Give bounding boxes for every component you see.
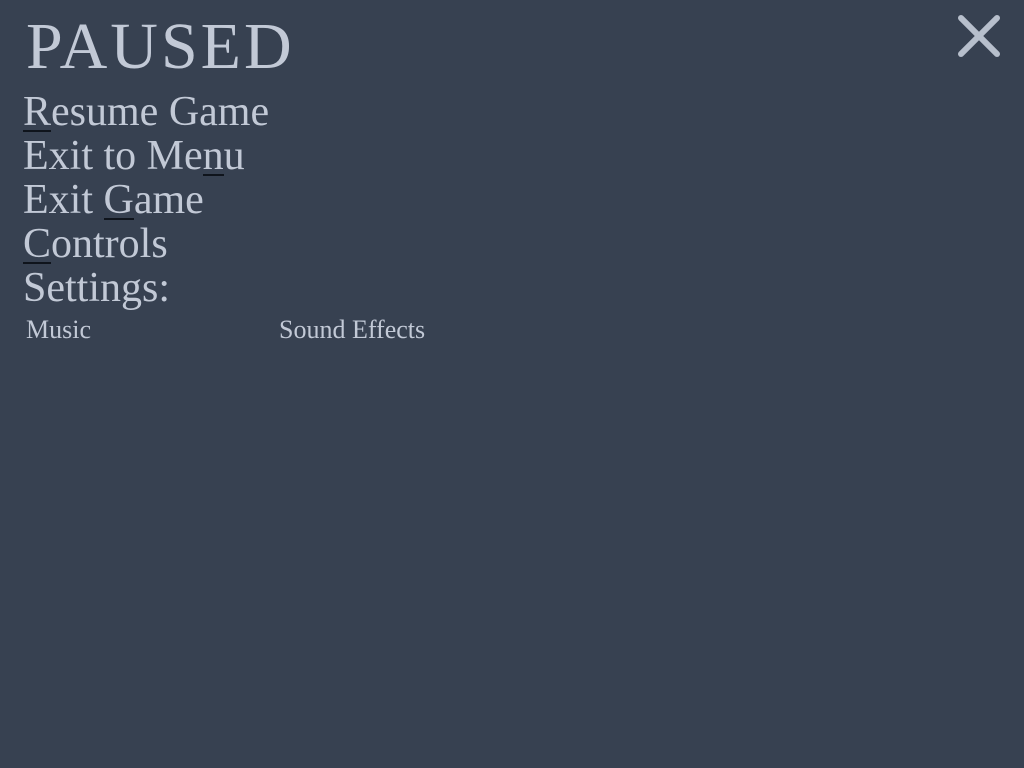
resume-game-button[interactable]: Resume Game [23, 90, 269, 134]
controls-button[interactable]: Controls [23, 222, 269, 266]
exit-game-button[interactable]: Exit Game [23, 178, 269, 222]
exit-to-menu-hotkey: n [202, 133, 224, 179]
page-title: PAUSED [26, 10, 295, 83]
resume-game-hotkey: R [23, 89, 52, 135]
close-x-icon [958, 15, 1000, 57]
resume-game-label-suffix: esume Game [51, 89, 270, 135]
exit-to-menu-button[interactable]: Exit to Menu [23, 134, 269, 178]
music-setting[interactable]: Music [26, 314, 91, 346]
exit-game-label-suffix: ame [133, 177, 204, 223]
pause-menu: Resume Game Exit to Menu Exit Game Contr… [23, 90, 269, 310]
close-button[interactable] [956, 14, 1002, 60]
sound-effects-setting[interactable]: Sound Effects [279, 314, 425, 346]
controls-hotkey: C [23, 221, 52, 267]
exit-to-menu-label-suffix: u [223, 133, 245, 179]
exit-game-label-prefix: Exit [23, 177, 104, 223]
exit-to-menu-label-prefix: Exit to Me [23, 133, 203, 179]
settings-heading: Settings: [23, 265, 171, 311]
controls-label-suffix: ontrols [51, 221, 168, 267]
exit-game-hotkey: G [103, 177, 134, 223]
settings-row: Music Sound Effects [0, 314, 1024, 348]
